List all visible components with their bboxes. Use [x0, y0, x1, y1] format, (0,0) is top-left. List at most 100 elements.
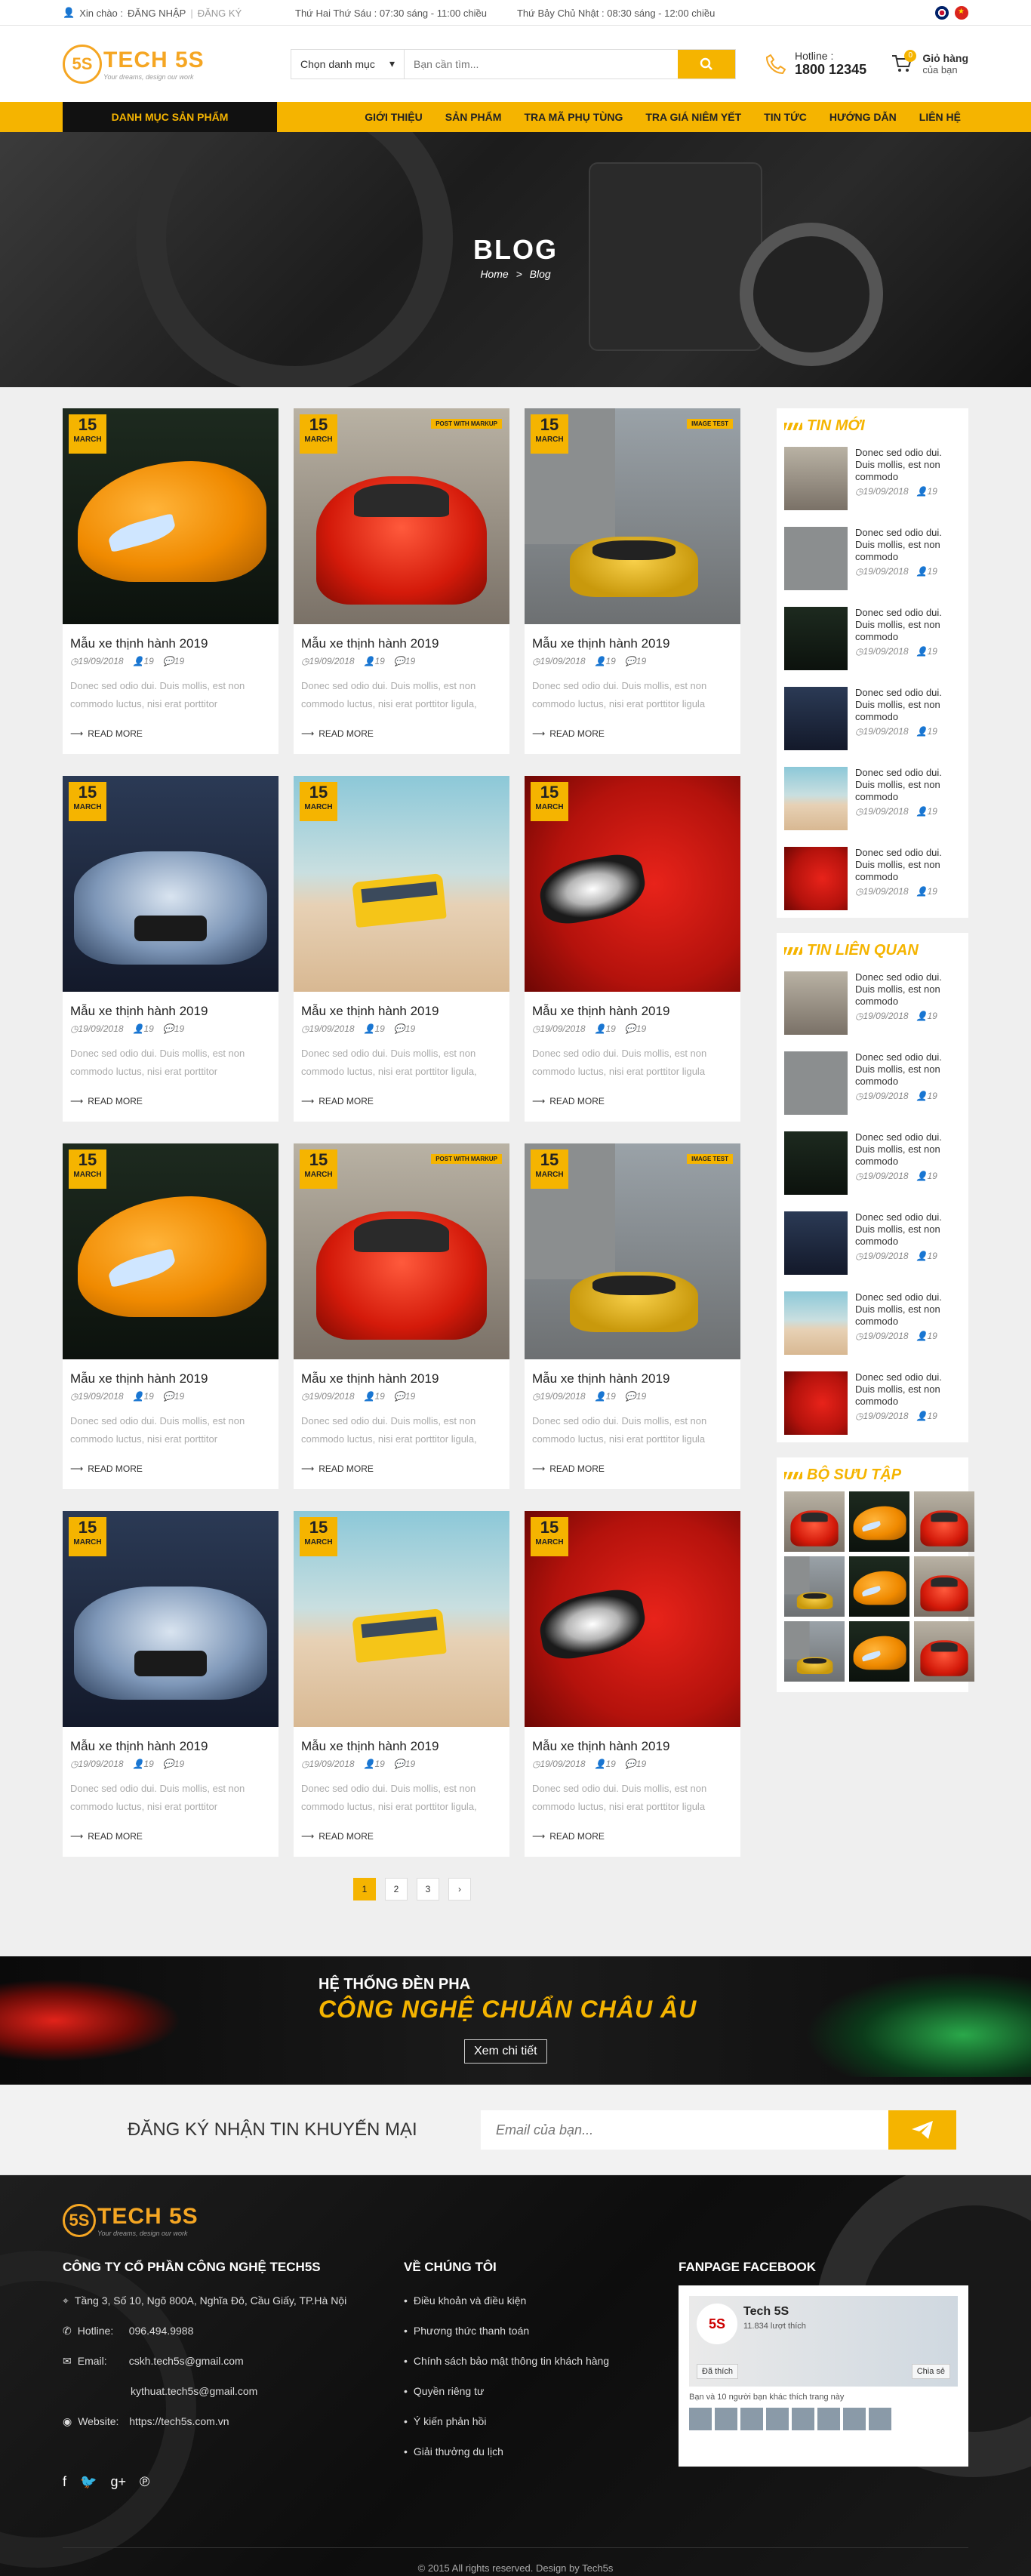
sidebar-post[interactable]: Donec sed odio dui. Duis mollis, est non… [784, 1047, 961, 1115]
read-more-link[interactable]: ⟶ READ MORE [532, 1831, 733, 1842]
page-1[interactable]: 1 [353, 1878, 376, 1900]
post-title[interactable]: Mẫu xe thịnh hành 2019 [70, 1004, 271, 1019]
sidebar-post-thumb[interactable] [784, 1371, 848, 1435]
facebook-icon[interactable]: f [63, 2474, 66, 2490]
nav-item-parts-lookup[interactable]: TRA MÃ PHỤ TÙNG [524, 111, 623, 123]
post-title[interactable]: Mẫu xe thịnh hành 2019 [301, 1371, 502, 1386]
post-title[interactable]: Mẫu xe thịnh hành 2019 [532, 636, 733, 651]
gallery-image[interactable] [784, 1621, 845, 1682]
nav-item-news[interactable]: TIN TỨC [764, 111, 807, 123]
sidebar-post-thumb[interactable] [784, 767, 848, 830]
read-more-link[interactable]: ⟶ READ MORE [301, 728, 502, 739]
post-card[interactable]: 15 MARCH IMAGE TEST Mẫu xe thịnh hành 2019 ◷… [525, 408, 740, 754]
newsletter-submit-button[interactable] [888, 2110, 956, 2150]
sidebar-post-thumb[interactable] [784, 1211, 848, 1275]
sidebar-post-title[interactable]: Donec sed odio dui. Duis mollis, est non… [855, 1291, 961, 1328]
login-link[interactable]: ĐĂNG NHẬP [128, 8, 186, 19]
footer-link-privacy-policy[interactable]: Chính sách bảo mật thông tin khách hàng [404, 2346, 679, 2376]
post-card[interactable]: 15 MARCH Mẫu xe thịnh hành 2019 ◷19/09/2018… [525, 1511, 740, 1857]
footer-link-privacy[interactable]: Quyền riêng tư [404, 2376, 679, 2406]
gallery-image[interactable] [914, 1621, 974, 1682]
product-categories-button[interactable]: DANH MỤC SẢN PHẨM [63, 102, 277, 132]
website-link[interactable]: https://tech5s.com.vn [129, 2406, 229, 2436]
post-title[interactable]: Mẫu xe thịnh hành 2019 [532, 1371, 733, 1386]
post-card[interactable]: 15 MARCH IMAGE TEST Mẫu xe thịnh hành 2019 ◷… [525, 1143, 740, 1489]
sidebar-post-title[interactable]: Donec sed odio dui. Duis mollis, est non… [855, 1131, 961, 1168]
next-page-button[interactable]: › [448, 1878, 471, 1900]
footer-link-feedback[interactable]: Ý kiến phản hồi [404, 2406, 679, 2436]
sidebar-post[interactable]: Donec sed odio dui. Duis mollis, est non… [784, 522, 961, 590]
post-image[interactable]: 15 MARCH [525, 1511, 740, 1727]
sidebar-post[interactable]: Donec sed odio dui. Duis mollis, est non… [784, 1127, 961, 1195]
post-card[interactable]: 15 MARCH Mẫu xe thịnh hành 2019 ◷19/09/2018… [63, 1511, 279, 1857]
sidebar-post-thumb[interactable] [784, 1051, 848, 1115]
post-title[interactable]: Mẫu xe thịnh hành 2019 [301, 1004, 502, 1019]
post-card[interactable]: 15 MARCH Mẫu xe thịnh hành 2019 ◷19/09/2018… [525, 776, 740, 1122]
footer-hotline[interactable]: 096.494.9988 [129, 2316, 194, 2346]
footer-link-terms[interactable]: Điều khoản và điều kiện [404, 2285, 679, 2316]
sidebar-post-title[interactable]: Donec sed odio dui. Duis mollis, est non… [855, 687, 961, 723]
sidebar-post-title[interactable]: Donec sed odio dui. Duis mollis, est non… [855, 527, 961, 563]
post-image[interactable]: 15 MARCH [63, 1511, 279, 1727]
post-card[interactable]: 15 MARCH POST WITH MARKUP Mẫu xe thịnh hành… [294, 408, 509, 754]
post-image[interactable]: 15 MARCH IMAGE TEST [525, 408, 740, 624]
gallery-image[interactable] [849, 1556, 909, 1617]
sidebar-post[interactable]: Donec sed odio dui. Duis mollis, est non… [784, 1367, 961, 1435]
search-input[interactable] [405, 49, 678, 78]
post-image[interactable]: 15 MARCH IMAGE TEST [525, 1143, 740, 1359]
gallery-image[interactable] [784, 1491, 845, 1552]
read-more-link[interactable]: ⟶ READ MORE [301, 1463, 502, 1474]
read-more-link[interactable]: ⟶ READ MORE [70, 1096, 271, 1106]
read-more-link[interactable]: ⟶ READ MORE [70, 728, 271, 739]
post-image[interactable]: 15 MARCH POST WITH MARKUP [294, 1143, 509, 1359]
sidebar-post-title[interactable]: Donec sed odio dui. Duis mollis, est non… [855, 607, 961, 643]
page-3[interactable]: 3 [417, 1878, 439, 1900]
pinterest-icon[interactable]: ℗ [140, 2474, 149, 2490]
post-card[interactable]: 15 MARCH POST WITH MARKUP Mẫu xe thịnh hành… [294, 1143, 509, 1489]
post-title[interactable]: Mẫu xe thịnh hành 2019 [532, 1739, 733, 1754]
sidebar-post-title[interactable]: Donec sed odio dui. Duis mollis, est non… [855, 1051, 961, 1088]
sidebar-post-title[interactable]: Donec sed odio dui. Duis mollis, est non… [855, 447, 961, 483]
post-image[interactable]: 15 MARCH [63, 776, 279, 992]
cart[interactable]: 0 Giỏ hàng của bạn [891, 49, 968, 75]
nav-item-about[interactable]: GIỚI THIỆU [365, 111, 423, 123]
facebook-widget[interactable]: 5S Tech 5S 11.834 lượt thích Đã thích Ch… [679, 2285, 968, 2467]
post-image[interactable]: 15 MARCH [294, 1511, 509, 1727]
sidebar-post-thumb[interactable] [784, 687, 848, 750]
sidebar-post-title[interactable]: Donec sed odio dui. Duis mollis, est non… [855, 1371, 961, 1408]
email-2[interactable]: kythuat.tech5s@gmail.com [131, 2376, 257, 2406]
gallery-image[interactable] [849, 1621, 909, 1682]
post-title[interactable]: Mẫu xe thịnh hành 2019 [532, 1004, 733, 1019]
sidebar-post-thumb[interactable] [784, 847, 848, 910]
nav-item-products[interactable]: SẢN PHẨM [445, 111, 502, 123]
post-title[interactable]: Mẫu xe thịnh hành 2019 [70, 1739, 271, 1754]
post-title[interactable]: Mẫu xe thịnh hành 2019 [301, 1739, 502, 1754]
sidebar-post[interactable]: Donec sed odio dui. Duis mollis, est non… [784, 442, 961, 510]
sidebar-post-thumb[interactable] [784, 607, 848, 670]
footer-logo[interactable]: 5S TECH 5S Your dreams, design our work [63, 2204, 291, 2237]
sidebar-post-title[interactable]: Donec sed odio dui. Duis mollis, est non… [855, 767, 961, 803]
sidebar-post[interactable]: Donec sed odio dui. Duis mollis, est non… [784, 762, 961, 830]
sidebar-post[interactable]: Donec sed odio dui. Duis mollis, est non… [784, 682, 961, 750]
twitter-icon[interactable]: 🐦 [80, 2474, 97, 2490]
gallery-image[interactable] [849, 1491, 909, 1552]
post-image[interactable]: 15 MARCH [294, 776, 509, 992]
read-more-link[interactable]: ⟶ READ MORE [532, 1463, 733, 1474]
post-image[interactable]: 15 MARCH [63, 1143, 279, 1359]
sidebar-post[interactable]: Donec sed odio dui. Duis mollis, est non… [784, 842, 961, 910]
footer-link-awards[interactable]: Giải thưởng du lịch [404, 2436, 679, 2467]
read-more-link[interactable]: ⟶ READ MORE [70, 1831, 271, 1842]
sidebar-post-thumb[interactable] [784, 527, 848, 590]
sidebar-post[interactable]: Donec sed odio dui. Duis mollis, est non… [784, 602, 961, 670]
gallery-image[interactable] [914, 1491, 974, 1552]
breadcrumb-home[interactable]: Home [480, 268, 508, 280]
hotline-number[interactable]: 1800 12345 [795, 62, 866, 78]
post-image[interactable]: 15 MARCH POST WITH MARKUP [294, 408, 509, 624]
sidebar-post[interactable]: Donec sed odio dui. Duis mollis, est non… [784, 967, 961, 1035]
sidebar-post-title[interactable]: Donec sed odio dui. Duis mollis, est non… [855, 1211, 961, 1248]
email-1[interactable]: cskh.tech5s@gmail.com [129, 2346, 244, 2376]
category-select[interactable]: Chọn danh mục ▾ [291, 49, 405, 78]
read-more-link[interactable]: ⟶ READ MORE [532, 1096, 733, 1106]
post-image[interactable]: 15 MARCH [525, 776, 740, 992]
sidebar-post-thumb[interactable] [784, 971, 848, 1035]
